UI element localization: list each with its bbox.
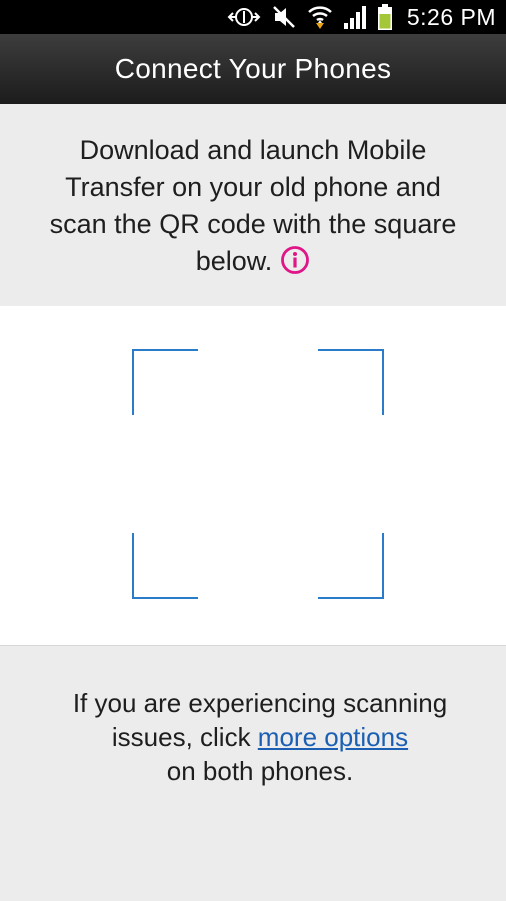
more-options-link[interactable]: more options bbox=[258, 722, 408, 752]
instructions-text: Download and launch Mobile Transfer on y… bbox=[43, 132, 463, 285]
battery-icon bbox=[377, 3, 393, 31]
info-icon[interactable] bbox=[280, 245, 310, 285]
instructions-panel: Download and launch Mobile Transfer on y… bbox=[0, 104, 506, 306]
help-text: If you are experiencing scanning issues,… bbox=[30, 686, 490, 788]
scan-frame-corner-bottom-right bbox=[318, 533, 384, 599]
wifi-icon bbox=[307, 3, 333, 31]
status-bar: 5:26 PM bbox=[0, 0, 506, 34]
signal-icon bbox=[343, 4, 367, 30]
qr-scanner-viewfinder bbox=[0, 306, 506, 645]
instructions-label: Download and launch Mobile Transfer on y… bbox=[49, 134, 457, 276]
help-panel: If you are experiencing scanning issues,… bbox=[0, 645, 506, 901]
title-bar: Connect Your Phones bbox=[0, 34, 506, 105]
status-icons: 5:26 PM bbox=[227, 0, 496, 34]
scan-frame-corner-top-left bbox=[132, 349, 198, 415]
mute-icon bbox=[271, 4, 297, 30]
data-sync-icon bbox=[227, 4, 261, 30]
scan-frame-corner-top-right bbox=[318, 349, 384, 415]
scan-frame-corner-bottom-left bbox=[132, 533, 198, 599]
help-text-after: on both phones. bbox=[166, 756, 354, 786]
page-title: Connect Your Phones bbox=[114, 53, 392, 84]
clock: 5:26 PM bbox=[406, 3, 496, 30]
